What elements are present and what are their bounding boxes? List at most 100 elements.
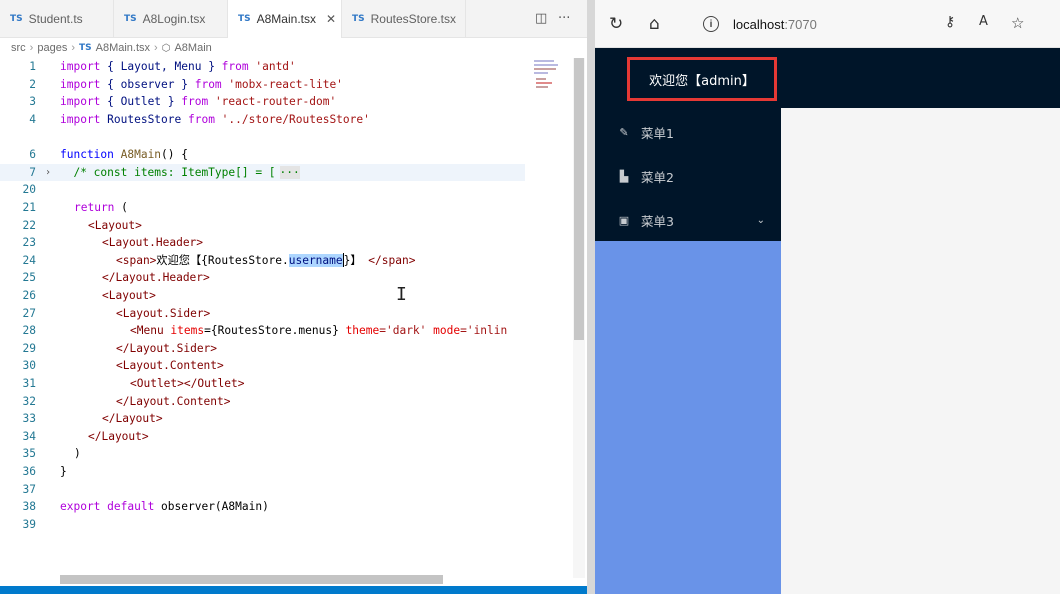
code-token: { Layout, Menu }: [100, 60, 222, 74]
chart-icon: ▙: [619, 169, 629, 183]
browser-window: ↻ ⌂ i localhost:7070 ⚷ A ☆ 欢迎您【admin】 ✎ …: [595, 0, 1060, 594]
address-bar[interactable]: i localhost:7070: [687, 9, 1052, 39]
string-literal: 'react-router-dom': [208, 95, 337, 109]
editor-tab-bar: TS Student.ts TS A8Login.tsx TS A8Main.t…: [0, 0, 587, 38]
code-line: 23 <Layout.Header>: [0, 234, 525, 252]
keyword: import: [60, 113, 101, 127]
fold-chevron-icon[interactable]: ›: [36, 167, 60, 178]
split-editor-icon[interactable]: ◫: [535, 11, 547, 26]
home-icon[interactable]: ⌂: [649, 14, 660, 34]
selected-text: username: [288, 253, 343, 267]
tab-a8main-tsx[interactable]: TS A8Main.tsx ✕: [228, 0, 342, 38]
tab-label: A8Main.tsx: [256, 12, 316, 26]
jsx-tag: </span>: [361, 253, 416, 267]
line-number: 6: [29, 148, 36, 162]
jsx-tag: <Layout.Header>: [102, 236, 204, 250]
jsx-attribute: mode: [426, 324, 461, 338]
typescript-icon: TS: [238, 14, 251, 24]
breadcrumb-item[interactable]: A8Main.tsx: [96, 42, 150, 54]
more-actions-icon[interactable]: ···: [558, 11, 570, 26]
code-token: () {: [161, 148, 188, 162]
keyword: return: [74, 201, 115, 215]
scrollbar-thumb[interactable]: [574, 58, 584, 340]
favorite-icon[interactable]: ☆: [1011, 14, 1024, 32]
line-number: 27: [22, 306, 36, 320]
code-line: 1 import { Layout, Menu } from 'antd': [0, 58, 525, 76]
breadcrumb-item[interactable]: A8Main: [174, 42, 211, 54]
breadcrumb-item[interactable]: src: [11, 42, 26, 54]
keyword: from: [221, 60, 249, 74]
code-token: ={RoutesStore.menus}: [204, 324, 339, 338]
code-line: 32 </Layout.Content>: [0, 392, 525, 410]
info-icon[interactable]: i: [703, 16, 719, 32]
keyword: import: [60, 77, 101, 91]
code-token: observer(A8Main): [154, 500, 269, 514]
chevron-right-icon: ›: [29, 42, 34, 54]
line-number: 25: [22, 271, 36, 285]
jsx-attribute: items: [163, 324, 205, 338]
keyword: default: [100, 500, 155, 514]
reload-icon[interactable]: ↻: [609, 14, 623, 34]
keyword: export: [60, 500, 101, 514]
line-number: 38: [22, 500, 36, 514]
chevron-right-icon: ›: [71, 42, 75, 54]
sidebar-item-menu2[interactable]: ▙ 菜单2: [595, 154, 781, 198]
line-number: 30: [22, 359, 36, 373]
window-divider[interactable]: [587, 0, 595, 594]
code-area[interactable]: 1 import { Layout, Menu } from 'antd' 2 …: [0, 58, 530, 578]
i-beam-cursor-icon: I: [396, 284, 407, 305]
line-number: 29: [22, 341, 36, 355]
sidebar-item-menu3[interactable]: ▣ 菜单3 ⌄: [595, 198, 781, 242]
code-line: 29 </Layout.Sider>: [0, 340, 525, 358]
tab-student-ts[interactable]: TS Student.ts: [0, 0, 114, 38]
jsx-tag: <Layout.Sider>: [116, 306, 211, 320]
code-token: { Outlet }: [100, 95, 182, 109]
code-line: 31 <Outlet></Outlet>: [0, 375, 525, 393]
vertical-scrollbar[interactable]: [573, 58, 585, 578]
line-number: 1: [29, 60, 36, 74]
jsx-tag: <Outlet></Outlet>: [130, 377, 245, 391]
code-token: 欢迎您【{RoutesStore.: [156, 254, 289, 268]
chevron-down-icon[interactable]: ⌄: [757, 215, 765, 226]
line-number: 28: [22, 324, 36, 338]
code-line: 36 }: [0, 463, 525, 481]
string-literal: ='inlin: [460, 324, 508, 338]
tab-label: Student.ts: [28, 12, 83, 26]
typescript-icon: TS: [352, 14, 365, 24]
chevron-right-icon: ›: [154, 42, 158, 54]
sidebar-item-menu1[interactable]: ✎ 菜单1: [595, 110, 781, 154]
line-number: 35: [22, 447, 36, 461]
read-aloud-icon[interactable]: A: [979, 14, 988, 29]
line-number: 32: [22, 394, 36, 408]
line-number: 21: [22, 201, 36, 215]
jsx-attribute: theme: [338, 324, 380, 338]
typescript-icon: TS: [124, 14, 137, 24]
code-line: 28 <Menu items ={RoutesStore.menus} theme…: [0, 322, 525, 340]
code-line: 38 export default observer(A8Main): [0, 498, 525, 516]
code-editor: TS Student.ts TS A8Login.tsx TS A8Main.t…: [0, 0, 587, 594]
tab-routesstore-tsx[interactable]: TS RoutesStore.tsx: [342, 0, 466, 38]
keyword: function: [60, 148, 114, 162]
horizontal-scrollbar[interactable]: [60, 575, 443, 584]
main-content: [781, 108, 1060, 594]
code-line: 2 import { observer } from 'mobx-react-l…: [0, 76, 525, 94]
code-token: ): [74, 447, 81, 461]
sidebar-background: [595, 241, 781, 594]
fold-ellipsis[interactable]: ···: [279, 165, 300, 179]
sidebar-menu: ✎ 菜单1 ▙ 菜单2 ▣ 菜单3 ⌄: [595, 108, 781, 241]
calendar-icon: ▣: [618, 213, 630, 227]
breadcrumb-item[interactable]: pages: [37, 42, 67, 54]
jsx-tag: </Layout>: [102, 412, 163, 426]
code-line: 30 <Layout.Content>: [0, 357, 525, 375]
string-literal: '../store/RoutesStore': [214, 113, 370, 127]
key-icon[interactable]: ⚷: [945, 14, 955, 30]
tab-a8login-tsx[interactable]: TS A8Login.tsx: [114, 0, 228, 38]
close-icon[interactable]: ✕: [326, 12, 336, 26]
code-line: 26 <Layout>: [0, 287, 525, 305]
code-line: 24 <span> 欢迎您【{RoutesStore. username}】 </s…: [0, 252, 525, 270]
minimap[interactable]: [530, 58, 572, 118]
line-number: 31: [22, 377, 36, 391]
line-number: 4: [29, 113, 36, 127]
code-line: 34 </Layout>: [0, 428, 525, 446]
jsx-tag: </Layout.Sider>: [116, 341, 218, 355]
